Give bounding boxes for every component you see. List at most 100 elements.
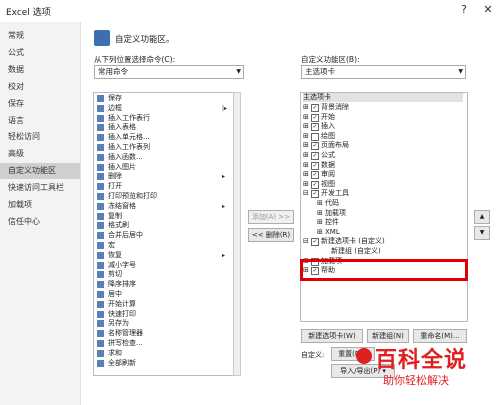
command-item[interactable]: 插入工作表列 xyxy=(94,143,232,152)
collapse-icon[interactable]: ⊟ xyxy=(303,237,310,246)
move-up-button[interactable]: ▲ xyxy=(474,210,490,224)
tree-checkbox[interactable]: ✓ xyxy=(311,171,319,180)
command-item[interactable]: 宏 xyxy=(94,241,232,250)
command-item[interactable]: 冻结窗格 ▸ xyxy=(94,202,232,211)
tree-item[interactable]: ⊞ ✓ 视图 xyxy=(303,180,335,189)
command-item[interactable]: 格式刷 xyxy=(94,221,232,230)
tree-checkbox[interactable]: ✓ xyxy=(311,104,319,112)
expand-icon[interactable]: ⊞ xyxy=(303,170,310,179)
command-icon xyxy=(97,340,104,347)
tree-item[interactable]: ⊟ ✓ 新建选项卡 (自定义) xyxy=(303,237,385,247)
expand-icon[interactable]: ⊞ xyxy=(303,180,310,189)
command-item[interactable]: 求和 xyxy=(94,349,232,358)
command-item[interactable]: 打开 xyxy=(94,182,232,191)
command-item[interactable]: 插入图片 xyxy=(94,163,232,172)
tree-item[interactable]: ⊞ ✓ 开始 xyxy=(303,113,335,122)
command-item[interactable]: 保存 xyxy=(94,94,232,103)
help-button[interactable]: ? xyxy=(457,3,471,17)
expand-icon[interactable]: ⊞ xyxy=(317,199,324,208)
command-item[interactable]: 合并后居中 xyxy=(94,231,232,240)
tree-checkbox[interactable]: ✓ xyxy=(311,238,319,247)
expand-icon[interactable]: ⊞ xyxy=(303,122,310,131)
command-label: 减小字号 xyxy=(108,260,136,269)
new-tab-button[interactable]: 新建选项卡(W) xyxy=(301,329,363,343)
move-down-button[interactable]: ▼ xyxy=(474,226,490,240)
expand-icon[interactable]: ⊞ xyxy=(303,151,310,160)
tree-item[interactable]: ⊟ ✓ 开发工具 xyxy=(303,189,349,199)
command-item[interactable]: 快速打印 xyxy=(94,310,232,319)
command-item[interactable]: 插入单元格... xyxy=(94,133,232,142)
tree-checkbox[interactable]: ✓ xyxy=(311,161,319,170)
expand-icon[interactable]: ⊞ xyxy=(303,161,310,170)
command-item[interactable]: 另存为 xyxy=(94,319,232,328)
remove-button[interactable]: << 删除(R) xyxy=(248,228,294,242)
command-item[interactable]: 打印预览和打印 xyxy=(94,192,232,201)
commands-list[interactable]: 保存 边框 |▸ 插入工作表行 插入表格 插入单元格... 插入工作表列 插入函数... 插入图… xyxy=(93,92,235,376)
customize-ribbon-select[interactable]: 主选项卡 ▼ xyxy=(301,65,466,79)
expand-icon[interactable]: ⊞ xyxy=(303,141,310,150)
command-item[interactable]: 复制 xyxy=(94,212,232,221)
expand-icon[interactable]: ⊞ xyxy=(317,218,324,227)
sidebar-item[interactable]: 自定义功能区 xyxy=(0,163,80,180)
new-group-button[interactable]: 新建组(N) xyxy=(367,329,409,343)
ribbon-tree[interactable]: 主选项卡 ⊞ ✓ 背景消除 ⊞ ✓ 开始 ⊞ ✓ 插入 ⊞ 绘图 ⊞ ✓ 页面布局 ⊞ ✓ 公式 ⊞ ✓ 数据 ⊞ ✓ 审阅… xyxy=(300,92,468,322)
tree-item[interactable]: 新建组 (自定义) xyxy=(331,247,381,256)
collapse-icon[interactable]: ⊟ xyxy=(303,189,310,198)
rename-button[interactable]: 重命名(M)... xyxy=(413,329,467,343)
command-item[interactable]: 名称管理器 xyxy=(94,329,232,338)
command-item[interactable]: 拼写检查... xyxy=(94,339,232,348)
command-item[interactable]: 插入表格 xyxy=(94,123,232,132)
tree-item[interactable]: ⊞ 加载项 xyxy=(317,209,346,218)
sidebar-item[interactable]: 常规 xyxy=(0,28,80,44)
add-button[interactable]: 添加(A) >> xyxy=(248,210,294,224)
sidebar-item[interactable]: 语言 xyxy=(0,113,80,129)
expand-icon[interactable]: ⊞ xyxy=(303,132,310,141)
tree-checkbox[interactable]: ✓ xyxy=(311,180,319,189)
command-item[interactable]: 剪切 xyxy=(94,270,232,279)
command-item[interactable]: 全部刷新 xyxy=(94,359,232,368)
tree-label: 新建选项卡 (自定义) xyxy=(321,237,385,246)
tree-checkbox[interactable] xyxy=(311,132,319,141)
sidebar-item[interactable]: 公式 xyxy=(0,45,80,61)
tree-item[interactable]: ⊞ ✓ 数据 xyxy=(303,161,335,170)
tree-checkbox[interactable]: ✓ xyxy=(311,142,319,151)
command-item[interactable]: 删除 ▸ xyxy=(94,172,232,181)
sidebar-item[interactable]: 数据 xyxy=(0,62,80,78)
tree-item[interactable]: ⊞ ✓ 背景消除 xyxy=(303,103,349,112)
tree-item[interactable]: ⊞ ✓ 审阅 xyxy=(303,170,335,180)
command-item[interactable]: 减小字号 xyxy=(94,261,232,270)
close-button[interactable]: ✕ xyxy=(481,3,495,17)
sidebar-item[interactable]: 加载项 xyxy=(0,197,80,213)
sidebar-item[interactable]: 快速访问工具栏 xyxy=(0,180,80,196)
tree-checkbox[interactable]: ✓ xyxy=(311,190,319,199)
sidebar-item[interactable]: 保存 xyxy=(0,96,80,112)
expand-icon[interactable]: ⊞ xyxy=(317,209,324,218)
tree-item[interactable]: ⊞ ✓ 插入 xyxy=(303,122,335,132)
sidebar-item[interactable]: 信任中心 xyxy=(0,214,80,230)
command-item[interactable]: 插入工作表行 xyxy=(94,114,232,123)
expand-icon[interactable]: ⊞ xyxy=(303,103,310,112)
sidebar-item[interactable]: 校对 xyxy=(0,79,80,95)
tree-item[interactable]: ⊞ ✓ 公式 xyxy=(303,151,335,160)
command-item[interactable]: 恢复 ▸ xyxy=(94,251,232,260)
command-item[interactable]: 边框 |▸ xyxy=(94,104,232,113)
tree-checkbox[interactable]: ✓ xyxy=(311,152,319,160)
command-item[interactable]: 居中 xyxy=(94,290,232,299)
expand-icon[interactable]: ⊞ xyxy=(303,113,310,122)
tree-item[interactable]: ⊞ 控件 xyxy=(317,218,339,227)
commands-scrollbar[interactable] xyxy=(233,92,241,376)
tree-item[interactable]: ⊞ 绘图 xyxy=(303,132,335,141)
tree-item[interactable]: ⊞ XML xyxy=(317,228,340,237)
tree-item[interactable]: ⊞ ✓ 页面布局 xyxy=(303,141,349,151)
command-item[interactable]: 降序排序 xyxy=(94,280,232,289)
tree-item[interactable]: ⊞ 代码 xyxy=(317,199,339,208)
sidebar-item[interactable]: 高级 xyxy=(0,146,80,162)
command-item[interactable]: 插入函数... xyxy=(94,153,232,162)
command-label: 宏 xyxy=(108,241,115,249)
choose-commands-select[interactable]: 常用命令 ▼ xyxy=(94,65,244,79)
command-item[interactable]: 开始计算 xyxy=(94,300,232,309)
tree-checkbox[interactable]: ✓ xyxy=(311,123,319,132)
tree-checkbox[interactable]: ✓ xyxy=(311,113,319,122)
sidebar-item[interactable]: 轻松访问 xyxy=(0,129,80,145)
expand-icon[interactable]: ⊞ xyxy=(317,228,324,237)
